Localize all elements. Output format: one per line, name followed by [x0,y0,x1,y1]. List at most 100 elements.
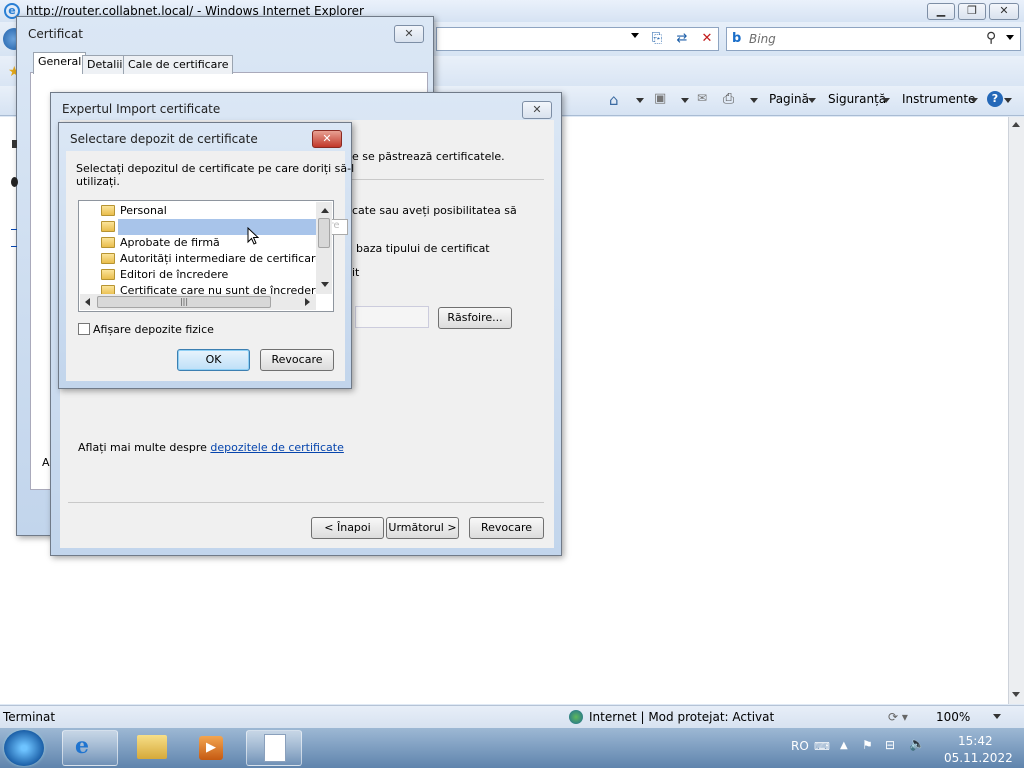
import-wizard-title: Expertul Import certificate [62,102,221,116]
taskbar-ie-button[interactable] [62,730,118,766]
wizard-separator-top [352,179,544,180]
tree-vertical-scrollbar[interactable] [316,202,332,294]
learn-more-text: Aflați mai multe despre depozitele de ce… [78,441,344,454]
tools-menu-arrow-icon[interactable] [970,98,978,103]
zoom-level[interactable]: 100% [936,710,970,724]
back-button[interactable]: < Înapoi [311,517,384,539]
maximize-button[interactable]: ❐ [958,3,986,20]
feeds-icon[interactable]: ▣ [654,91,666,106]
scroll-down-icon[interactable] [1012,692,1020,697]
zoom-dropdown-icon[interactable] [993,714,1001,719]
volume-icon[interactable]: 🔈 [909,737,925,752]
print-dropdown-icon[interactable] [750,98,758,103]
tree-hscroll-thumb[interactable]: ||| [97,296,271,308]
tab-details[interactable]: Detalii [82,55,128,74]
tree-item-untrusted[interactable]: Certificate care nu sunt de încredere [120,284,322,294]
search-placeholder: Bing [749,32,776,46]
tree-scroll-right-icon[interactable] [305,298,310,306]
tab-certification-path[interactable]: Cale de certificare [123,55,234,74]
folder-icon [101,269,115,280]
protected-mode-icon[interactable]: ⟳ ▾ [888,710,908,724]
input-language[interactable]: RO [791,739,809,753]
next-button[interactable]: Următorul > [386,517,459,539]
folder-icon [101,205,115,216]
tab-general[interactable]: General [33,52,87,74]
learn-more-prefix: Aflați mai multe despre [78,441,211,454]
select-store-close-button[interactable]: ✕ [312,130,342,148]
tray-expand-icon[interactable]: ▲ [840,740,848,751]
stop-icon[interactable]: ✕ [697,29,717,49]
media-player-icon[interactable]: ▶ [199,736,223,760]
certificate-close-button[interactable]: ✕ [394,25,424,43]
wizard-text-line1: e se păstrează certificatele. [352,150,505,163]
wizard-text-line4: it [352,266,360,279]
page-text-fragment [12,140,17,148]
help-icon[interactable]: ? [987,91,1003,107]
page-scrollbar[interactable] [1008,117,1024,704]
home-dropdown-icon[interactable] [636,98,644,103]
safety-menu[interactable]: Siguranță [828,92,886,106]
store-prompt-line2: utilizați. [76,175,120,188]
page-bullet-fragment [11,177,18,187]
tree-scroll-left-icon[interactable] [85,298,90,306]
refresh-icon[interactable]: ⇄ [672,29,692,49]
mail-icon[interactable]: ✉ [697,91,707,105]
scroll-up-icon[interactable] [1012,122,1020,127]
wizard-separator-bottom [68,502,544,503]
tools-menu[interactable]: Instrumente [902,92,975,106]
page-menu-arrow-icon[interactable] [808,98,816,103]
keyboard-icon[interactable]: ⌨ [814,740,830,753]
folder-icon [101,253,115,264]
address-dropdown-icon[interactable] [631,33,639,38]
store-cancel-button[interactable]: Revocare [260,349,334,371]
tree-item-intermediate[interactable]: Autorități intermediare de certificare [120,252,322,265]
internet-zone-icon [569,710,583,724]
certificate-dialog-title: Certificat [28,27,83,41]
wizard-cancel-button[interactable]: Revocare [469,517,544,539]
tree-scroll-up-icon[interactable] [321,208,329,213]
page-link-fragment[interactable] [11,237,17,247]
status-bar [0,705,1024,728]
feeds-dropdown-icon[interactable] [681,98,689,103]
wizard-text-line3: baza tipului de certificat [356,242,490,255]
select-store-title: Selectare depozit de certificate [70,132,258,146]
compatibility-icon[interactable]: ⎘ [647,29,667,49]
search-icon[interactable]: ⚲ [986,30,996,46]
explorer-folder-icon[interactable] [137,735,167,759]
tree-vscroll-thumb[interactable] [318,218,330,248]
show-physical-stores-checkbox[interactable] [78,323,90,335]
close-button[interactable]: ✕ [989,3,1019,20]
minimize-button[interactable]: ▁ [927,3,955,20]
document-icon [264,734,286,762]
clock-date[interactable]: 05.11.2022 [944,751,1013,765]
security-zone[interactable]: Internet | Mod protejat: Activat [589,710,774,724]
tree-item-trusted-root[interactable]: Autorități de certificare rădăcină de în… [120,220,316,233]
status-text: Terminat [3,710,56,724]
safety-menu-arrow-icon[interactable] [882,98,890,103]
bing-icon: b [732,31,742,46]
print-icon[interactable]: ⎙ [723,91,734,107]
start-button[interactable] [4,730,44,766]
ok-button[interactable]: OK [177,349,250,371]
cert-dialog-fragment-text: A [42,456,50,469]
tree-item-personal[interactable]: Personal [120,204,167,217]
import-wizard-close-button[interactable]: ✕ [522,101,552,119]
mouse-cursor-icon [247,227,260,245]
tree-scroll-down-icon[interactable] [321,282,329,287]
browse-button[interactable]: Răsfoire... [438,307,512,329]
home-icon[interactable]: ⌂ [609,91,619,109]
network-icon[interactable]: ⊟ [885,738,895,752]
certificate-store-field[interactable] [355,306,429,328]
search-dropdown-icon[interactable] [1006,35,1014,40]
clock-time[interactable]: 15:42 [958,734,993,748]
folder-icon [101,221,115,232]
help-dropdown-icon[interactable] [1004,98,1012,103]
page-link-fragment[interactable] [11,220,17,230]
page-menu[interactable]: Pagină [769,92,809,106]
tree-item-trusted-publishers[interactable]: Editori de încredere [120,268,228,281]
action-center-flag-icon[interactable]: ⚑ [862,738,873,752]
learn-more-link[interactable]: depozitele de certificate [210,441,343,454]
store-prompt-line1: Selectați depozitul de certificate pe ca… [76,162,355,175]
internet-explorer-icon: e [75,733,89,759]
tree-item-enterprise-trust[interactable]: Aprobate de firmă [120,236,220,249]
